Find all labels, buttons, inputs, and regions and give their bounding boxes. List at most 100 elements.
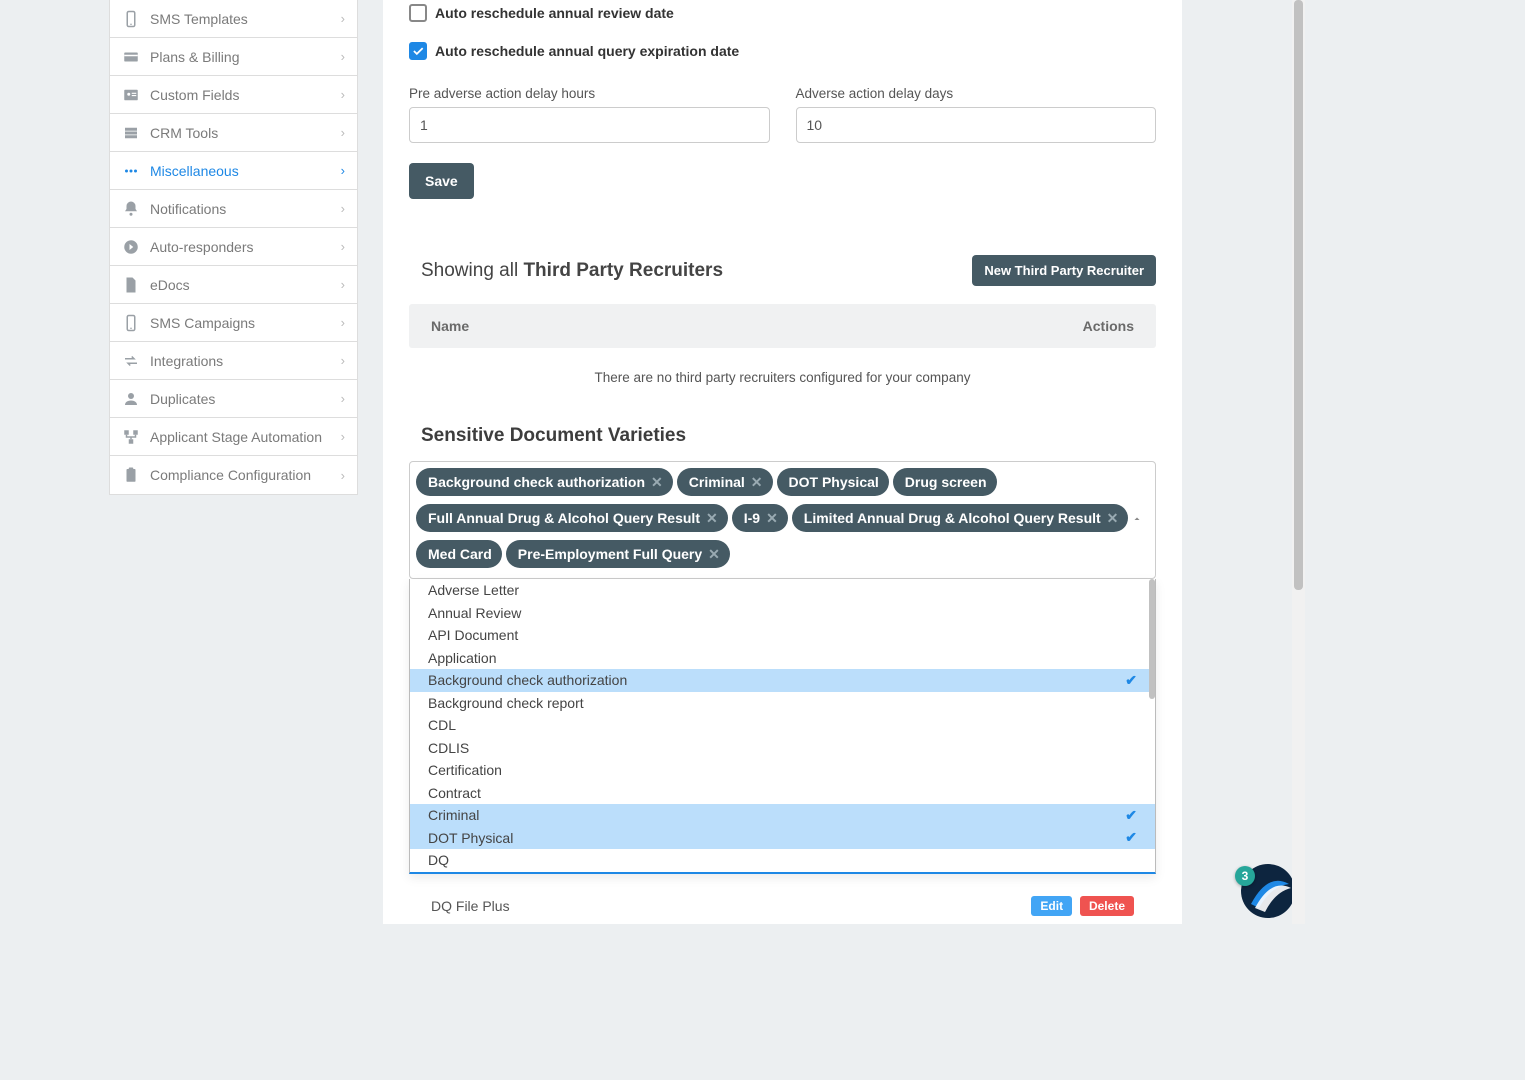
sidebar-item-auto-responders[interactable]: Auto-responders›: [110, 228, 357, 266]
tag-label: Med Card: [428, 546, 492, 562]
tag-remove-icon[interactable]: ✕: [751, 475, 763, 489]
chevron-right-icon: ›: [341, 353, 345, 368]
sidebar-item-sms-campaigns[interactable]: SMS Campaigns›: [110, 304, 357, 342]
tag-label: DOT Physical: [789, 474, 879, 490]
save-button[interactable]: Save: [409, 163, 474, 199]
checkbox-label: Auto reschedule annual review date: [435, 5, 674, 21]
dropdown-option[interactable]: API Document: [410, 624, 1155, 647]
chevron-right-icon: ›: [341, 239, 345, 254]
dropdown-option-label: API Document: [428, 627, 518, 643]
sidebar-item-label: SMS Templates: [150, 11, 341, 27]
list-item-label: DQ File Plus: [431, 898, 510, 914]
chevron-right-icon: ›: [341, 429, 345, 444]
dropdown-option[interactable]: Application: [410, 647, 1155, 670]
dropdown-option[interactable]: Background check report: [410, 692, 1155, 715]
sensitive-docs-multiselect[interactable]: Background check authorization✕Criminal✕…: [409, 461, 1156, 579]
notification-badge[interactable]: 3: [1235, 866, 1255, 886]
tag[interactable]: I-9 ✕: [732, 504, 788, 532]
tag-label: I-9: [744, 510, 760, 526]
dropdown-option[interactable]: Certification: [410, 759, 1155, 782]
server-icon: [122, 123, 146, 143]
section-title-recruiters: Showing all Third Party Recruiters: [421, 260, 723, 282]
tag[interactable]: Full Annual Drug & Alcohol Query Result ✕: [416, 504, 728, 532]
sidebar-item-label: Auto-responders: [150, 239, 341, 255]
recruiters-table: Name Actions There are no third party re…: [409, 304, 1156, 425]
sidebar-item-compliance-configuration[interactable]: Compliance Configuration›: [110, 456, 357, 494]
tag[interactable]: Pre-Employment Full Query✕: [506, 540, 730, 568]
card-icon: [122, 47, 146, 67]
sidebar-item-label: CRM Tools: [150, 125, 341, 141]
sensitive-docs-dropdown[interactable]: Adverse LetterAnnual Review API Document A…: [409, 579, 1156, 874]
arrow-circle-icon: [122, 237, 146, 257]
sidebar-item-label: Custom Fields: [150, 87, 341, 103]
sidebar-item-plans-billing[interactable]: Plans & Billing›: [110, 38, 357, 76]
tag-label: Full Annual Drug & Alcohol Query Result: [428, 510, 700, 526]
new-recruiter-button[interactable]: New Third Party Recruiter: [972, 255, 1156, 286]
chevron-right-icon: ›: [341, 201, 345, 216]
delete-button[interactable]: Delete: [1080, 896, 1134, 916]
checkbox-icon[interactable]: [409, 42, 427, 60]
mobile-icon: [122, 313, 146, 333]
dropdown-option[interactable]: Contract: [410, 782, 1155, 805]
tag-remove-icon[interactable]: ✕: [1107, 511, 1119, 525]
tag[interactable]: Criminal✕: [677, 468, 773, 496]
recruiters-empty-state: There are no third party recruiters conf…: [409, 348, 1156, 425]
dropdown-option[interactable]: DOT Physical✔: [410, 827, 1155, 850]
checkbox-auto-review[interactable]: Auto reschedule annual review date: [409, 4, 1156, 22]
dropdown-option[interactable]: Background check authorization✔: [410, 669, 1155, 692]
sidebar-item-crm-tools[interactable]: CRM Tools›: [110, 114, 357, 152]
chevron-right-icon: ›: [341, 11, 345, 26]
dropdown-option[interactable]: Adverse Letter: [410, 579, 1155, 602]
chevron-right-icon: ›: [341, 391, 345, 406]
dropdown-option[interactable]: DQ: [410, 849, 1155, 872]
flow-icon: [122, 427, 146, 447]
chevron-up-icon[interactable]: [1131, 512, 1143, 528]
tag[interactable]: Drug screen: [893, 468, 997, 496]
sidebar-item-custom-fields[interactable]: Custom Fields›: [110, 76, 357, 114]
sidebar-item-label: eDocs: [150, 277, 341, 293]
sidebar-item-applicant-stage-automation[interactable]: Applicant Stage Automation›: [110, 418, 357, 456]
checkbox-icon[interactable]: [409, 4, 427, 22]
dropdown-option-label: DQ: [428, 852, 449, 868]
chevron-right-icon: ›: [341, 49, 345, 64]
tag-remove-icon[interactable]: ✕: [651, 475, 663, 489]
bell-icon: [122, 199, 146, 219]
dropdown-option[interactable]: Criminal ✔: [410, 804, 1155, 827]
dropdown-scrollbar[interactable]: [1149, 579, 1155, 699]
checkbox-auto-query[interactable]: Auto reschedule annual query expiration …: [409, 42, 1156, 60]
dropdown-option[interactable]: Annual Review: [410, 602, 1155, 625]
dropdown-option-label: Contract: [428, 785, 481, 801]
tag[interactable]: Limited Annual Drug & Alcohol Query Resu…: [792, 504, 1129, 532]
adverse-days-input[interactable]: [796, 107, 1157, 143]
field-label-pre-hours: Pre adverse action delay hours: [409, 86, 770, 101]
sidebar-item-miscellaneous[interactable]: Miscellaneous›: [110, 152, 357, 190]
dropdown-option[interactable]: CDLIS: [410, 737, 1155, 760]
main-content-card: Auto reschedule annual review date Auto …: [383, 0, 1182, 924]
tag-remove-icon[interactable]: ✕: [766, 511, 778, 525]
dropdown-option-label: Application: [428, 650, 497, 666]
swap-icon: [122, 351, 146, 371]
tag[interactable]: DOT Physical: [777, 468, 889, 496]
column-actions: Actions: [1083, 318, 1134, 334]
tag[interactable]: Med Card: [416, 540, 502, 568]
check-icon: ✔: [1125, 807, 1137, 824]
chevron-right-icon: ›: [341, 468, 345, 483]
pre-adverse-hours-input[interactable]: [409, 107, 770, 143]
sidebar-item-integrations[interactable]: Integrations›: [110, 342, 357, 380]
clipboard-icon: [122, 465, 146, 485]
tag-remove-icon[interactable]: ✕: [706, 511, 718, 525]
page-scrollbar[interactable]: [1292, 0, 1305, 924]
sidebar-item-notifications[interactable]: Notifications›: [110, 190, 357, 228]
tag-remove-icon[interactable]: ✕: [708, 547, 720, 561]
dropdown-option-label: Criminal: [428, 807, 479, 823]
sidebar-item-sms-templates[interactable]: SMS Templates›: [110, 0, 357, 38]
tag[interactable]: Background check authorization✕: [416, 468, 673, 496]
dropdown-option-label: Certification: [428, 762, 502, 778]
dropdown-option[interactable]: CDL: [410, 714, 1155, 737]
tag-label: Drug screen: [905, 474, 987, 490]
edit-button[interactable]: Edit: [1031, 896, 1072, 916]
sidebar-item-edocs[interactable]: eDocs›: [110, 266, 357, 304]
list-item-dq-file-plus: DQ File Plus Edit Delete: [409, 874, 1156, 916]
dots-icon: [122, 161, 146, 181]
sidebar-item-duplicates[interactable]: Duplicates›: [110, 380, 357, 418]
